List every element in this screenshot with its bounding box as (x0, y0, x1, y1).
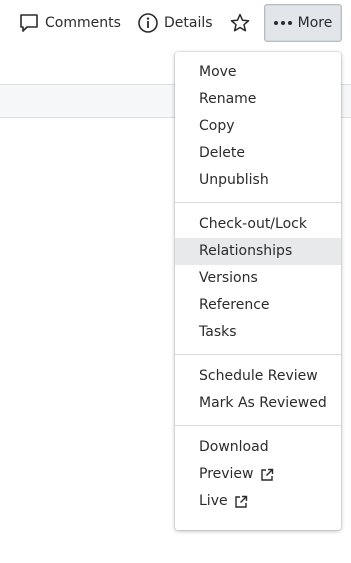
menu-divider (175, 202, 341, 203)
details-button[interactable]: Details (137, 4, 213, 42)
menu-item-mark-as-reviewed[interactable]: Mark As Reviewed (175, 390, 341, 417)
more-button[interactable]: More (264, 4, 342, 42)
menu-item-checkout-lock[interactable]: Check-out/Lock (175, 211, 341, 238)
menu-item-versions[interactable]: Versions (175, 265, 341, 292)
page: Comments Details More Move Rename Copy D… (0, 0, 351, 563)
menu-item-reference[interactable]: Reference (175, 292, 341, 319)
menu-group-review: Schedule Review Mark As Reviewed (175, 360, 341, 420)
menu-item-preview[interactable]: Preview (175, 461, 341, 488)
comments-label: Comments (45, 15, 121, 31)
info-circle-icon (137, 12, 159, 34)
menu-item-live-label: Live (199, 493, 228, 509)
star-icon (229, 12, 251, 34)
speech-bubble-icon (18, 12, 40, 34)
ellipsis-icon (273, 21, 292, 25)
menu-item-rename[interactable]: Rename (175, 86, 341, 113)
menu-item-move[interactable]: Move (175, 59, 341, 86)
menu-item-download[interactable]: Download (175, 434, 341, 461)
menu-item-unpublish[interactable]: Unpublish (175, 167, 341, 194)
menu-item-schedule-review[interactable]: Schedule Review (175, 363, 341, 390)
menu-item-relationships[interactable]: Relationships (175, 238, 341, 265)
external-link-icon (260, 468, 274, 482)
details-label: Details (164, 15, 213, 31)
toolbar: Comments Details More (0, 0, 351, 46)
menu-divider (175, 425, 341, 426)
menu-item-tasks[interactable]: Tasks (175, 319, 341, 346)
menu-group-edit: Move Rename Copy Delete Unpublish (175, 56, 341, 197)
menu-item-preview-label: Preview (199, 466, 254, 482)
menu-item-delete[interactable]: Delete (175, 140, 341, 167)
favorite-button[interactable] (228, 4, 252, 42)
comments-button[interactable]: Comments (18, 4, 121, 42)
more-label: More (297, 15, 333, 31)
menu-item-copy[interactable]: Copy (175, 113, 341, 140)
more-dropdown-menu: Move Rename Copy Delete Unpublish Check-… (175, 52, 341, 530)
menu-divider (175, 354, 341, 355)
external-link-icon (234, 495, 248, 509)
menu-item-live[interactable]: Live (175, 488, 341, 515)
menu-group-view: Download Preview Live (175, 431, 341, 518)
menu-group-manage: Check-out/Lock Relationships Versions Re… (175, 208, 341, 349)
